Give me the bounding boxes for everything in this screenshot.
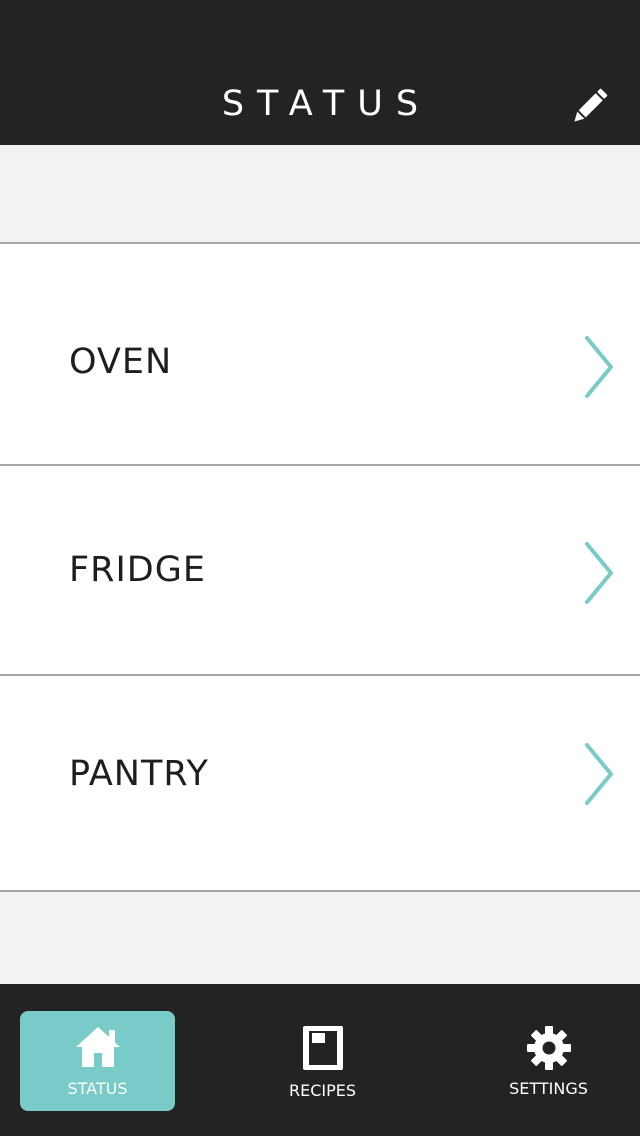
list-item-pantry[interactable]: PANTRY (0, 674, 640, 892)
list-item-label: FRIDGE (69, 550, 206, 590)
chevron-right-icon (585, 336, 613, 398)
chevron-right-icon (585, 743, 613, 805)
tab-label: RECIPES (288, 1081, 357, 1100)
tab-settings[interactable]: SETTINGS (471, 1011, 626, 1111)
chevron-right-icon (585, 542, 613, 604)
tab-label: SETTINGS (509, 1079, 588, 1098)
page-title: STATUS (221, 84, 432, 124)
tab-bar: STATUS RECIPES SETTINGS (0, 984, 640, 1136)
tab-status[interactable]: STATUS (20, 1011, 175, 1111)
list-item-oven[interactable]: OVEN (0, 242, 640, 464)
tab-label: STATUS (67, 1079, 128, 1098)
tab-recipes[interactable]: RECIPES (245, 1011, 400, 1111)
book-icon (302, 1026, 343, 1070)
edit-button[interactable] (568, 84, 612, 128)
app: STATUS OVEN FRIDGE PANTRY STATUS RECIPES… (0, 0, 640, 1136)
list-item-label: OVEN (69, 342, 173, 382)
list-item-fridge[interactable]: FRIDGE (0, 464, 640, 674)
list-item-label: PANTRY (69, 754, 209, 794)
gear-icon (526, 1026, 571, 1070)
home-icon (75, 1027, 120, 1067)
header-bar: STATUS (0, 0, 640, 145)
status-list: OVEN FRIDGE PANTRY (0, 242, 640, 892)
pencil-icon (574, 88, 608, 122)
